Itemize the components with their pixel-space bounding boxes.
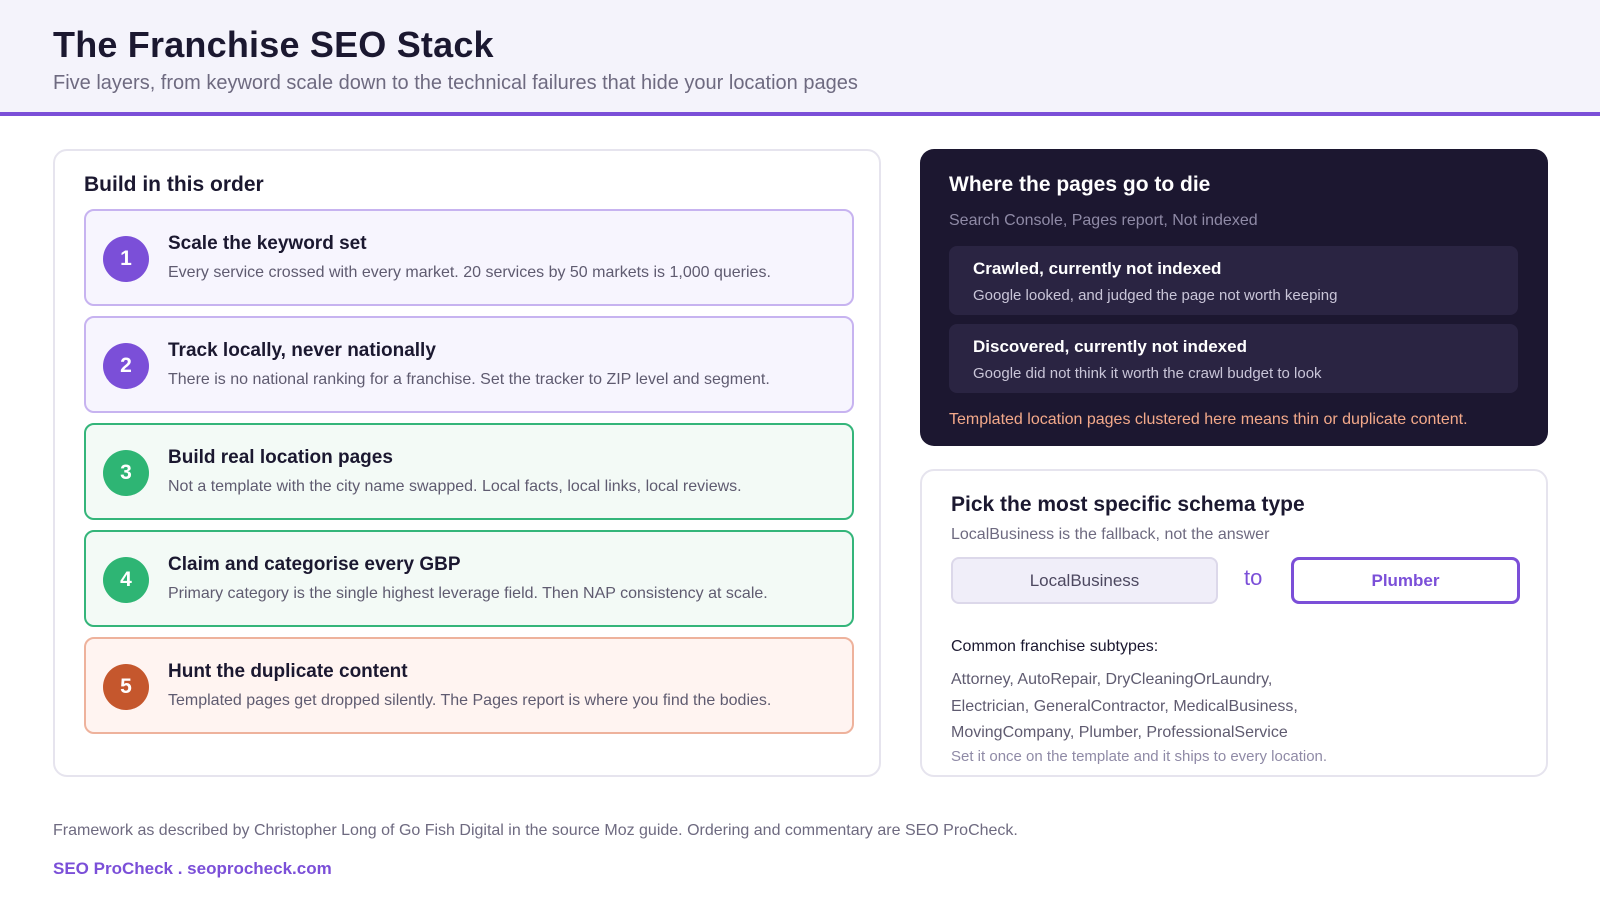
step-card: 1 Scale the keyword set Every service cr… [84,209,854,306]
pages-die-subtitle: Search Console, Pages report, Not indexe… [949,212,1258,229]
build-order-panel: Build in this order 1 Scale the keyword … [53,149,881,777]
step-card: 5 Hunt the duplicate content Templated p… [84,637,854,734]
schema-to-connector: to [1244,565,1263,590]
step-number-badge: 2 [103,343,149,389]
subtypes-line: Electrician, GeneralContractor, MedicalB… [951,697,1298,715]
status-card-title: Discovered, currently not indexed [973,337,1247,356]
pages-die-panel: Where the pages go to die Search Console… [920,149,1548,446]
footer-note: Framework as described by Christopher Lo… [53,822,1018,839]
status-card-description: Google did not think it worth the crawl … [973,365,1322,382]
step-number-badge: 5 [103,664,149,710]
subtypes-label: Common franchise subtypes: [951,638,1159,655]
pages-die-title: Where the pages go to die [949,173,1211,196]
status-card: Discovered, currently not indexed Google… [949,324,1518,393]
page-header: The Franchise SEO Stack Five layers, fro… [0,0,1600,116]
schema-subtitle: LocalBusiness is the fallback, not the a… [951,526,1270,543]
step-card: 3 Build real location pages Not a templa… [84,423,854,520]
step-number-badge: 1 [103,236,149,282]
step-number-badge: 4 [103,557,149,603]
step-description: Primary category is the single highest l… [168,585,768,602]
step-description: Every service crossed with every market.… [168,264,771,281]
step-card: 4 Claim and categorise every GBP Primary… [84,530,854,627]
footer-brand: SEO ProCheck . seoprocheck.com [53,859,332,878]
subtypes-line: MovingCompany, Plumber, ProfessionalServ… [951,724,1288,741]
subtypes-line: Attorney, AutoRepair, DryCleaningOrLaund… [951,671,1273,688]
step-number-badge: 3 [103,450,149,496]
schema-panel: Pick the most specific schema type Local… [920,469,1548,777]
subtypes-list: Attorney, AutoRepair, DryCleaningOrLaund… [951,667,1511,747]
step-title: Track locally, never nationally [168,340,436,361]
schema-to-box: Plumber [1291,557,1520,604]
schema-footnote: Set it once on the template and it ships… [951,748,1328,765]
page-title: The Franchise SEO Stack [53,24,494,65]
step-description: There is no national ranking for a franc… [168,371,770,388]
step-description: Not a template with the city name swappe… [168,478,742,495]
schema-from-box: LocalBusiness [951,557,1218,604]
status-card: Crawled, currently not indexed Google lo… [949,246,1518,315]
page-subtitle: Five layers, from keyword scale down to … [53,72,858,94]
step-title: Build real location pages [168,447,393,468]
step-title: Claim and categorise every GBP [168,554,461,575]
status-card-title: Crawled, currently not indexed [973,259,1222,278]
step-title: Hunt the duplicate content [168,661,408,682]
build-order-title: Build in this order [84,173,264,196]
status-card-description: Google looked, and judged the page not w… [973,287,1338,304]
step-card: 2 Track locally, never nationally There … [84,316,854,413]
step-title: Scale the keyword set [168,233,367,254]
schema-title: Pick the most specific schema type [951,493,1305,516]
step-description: Templated pages get dropped silently. Th… [168,692,772,709]
pages-die-warning: Templated location pages clustered here … [949,411,1468,428]
